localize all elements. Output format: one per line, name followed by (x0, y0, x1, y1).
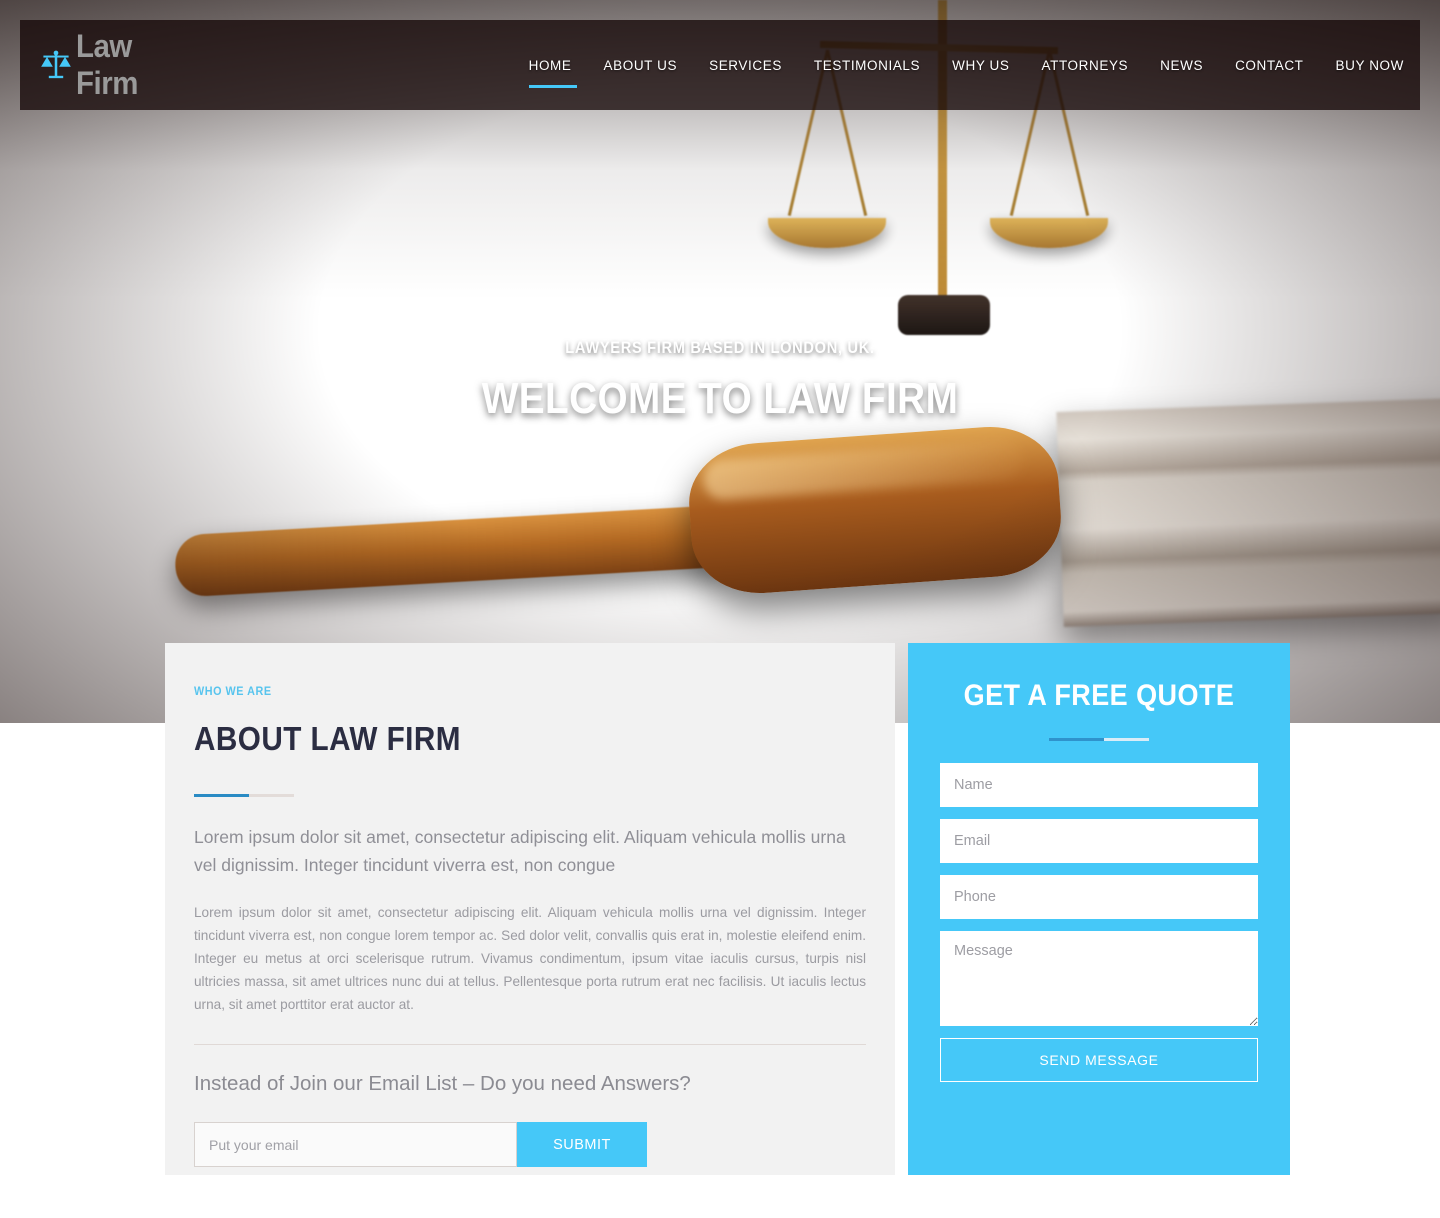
subscribe-email-input[interactable] (194, 1122, 517, 1167)
nav-item-buy-now[interactable]: BUY NOW (1320, 50, 1420, 81)
scales-of-justice-icon (38, 47, 74, 83)
hero-title: WELCOME TO LAW FIRM (481, 374, 959, 423)
law-firm-landing-page: Law Firm HOME ABOUT US SERVICES TESTIMON… (0, 0, 1440, 1218)
about-horizontal-rule (194, 1044, 866, 1045)
nav-item-why-us[interactable]: WHY US (936, 50, 1025, 81)
about-title: ABOUT LAW FIRM (194, 720, 461, 757)
hero-subtitle: LAWYERS FIRM BASED IN LONDON, UK. (565, 338, 875, 357)
nav-item-contact[interactable]: CONTACT (1219, 50, 1319, 81)
quote-email-input[interactable] (940, 819, 1258, 863)
quote-name-input[interactable] (940, 763, 1258, 807)
quote-message-textarea[interactable] (940, 931, 1258, 1026)
nav-item-attorneys[interactable]: ATTORNEYS (1026, 50, 1145, 81)
nav-item-home[interactable]: HOME (513, 50, 588, 88)
nav-item-services[interactable]: SERVICES (693, 50, 798, 81)
nav-item-about-us[interactable]: ABOUT US (588, 50, 694, 81)
quote-send-message-button[interactable]: SEND MESSAGE (940, 1038, 1258, 1082)
site-header: Law Firm HOME ABOUT US SERVICES TESTIMON… (20, 20, 1420, 110)
about-section: WHO WE ARE ABOUT LAW FIRM Lorem ipsum do… (165, 643, 895, 1175)
about-divider (194, 794, 294, 797)
subscribe-submit-button[interactable]: SUBMIT (517, 1122, 647, 1167)
about-eyebrow: WHO WE ARE (194, 684, 272, 698)
quote-title: GET A FREE QUOTE (963, 679, 1235, 712)
main-navigation: HOME ABOUT US SERVICES TESTIMONIALS WHY … (513, 50, 1420, 88)
quote-divider (1049, 738, 1149, 741)
about-body-paragraph: Lorem ipsum dolor sit amet, consectetur … (194, 905, 866, 1012)
nav-item-news[interactable]: NEWS (1144, 50, 1219, 81)
site-logo[interactable]: Law Firm (38, 28, 183, 102)
about-lead-paragraph: Lorem ipsum dolor sit amet, consectetur … (194, 827, 846, 875)
subscribe-heading: Instead of Join our Email List – Do you … (194, 1072, 691, 1095)
quote-phone-input[interactable] (940, 875, 1258, 919)
subscribe-form: SUBMIT (194, 1122, 866, 1167)
hero-text-block: LAWYERS FIRM BASED IN LONDON, UK. WELCOM… (0, 338, 1440, 424)
nav-item-testimonials[interactable]: TESTIMONIALS (798, 50, 936, 81)
logo-text: Law Firm (76, 28, 138, 101)
quote-form-section: GET A FREE QUOTE SEND MESSAGE (908, 643, 1290, 1175)
